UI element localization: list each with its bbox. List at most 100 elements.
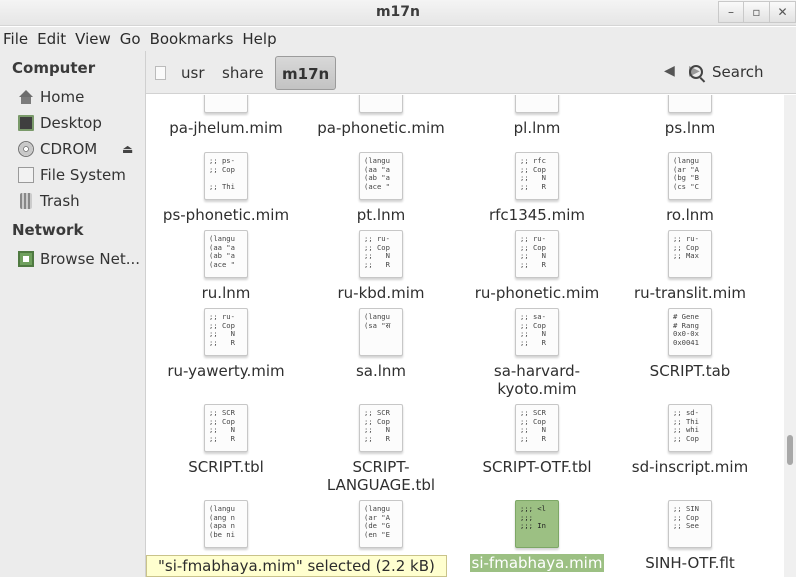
sidebar-item-label: File System <box>40 166 126 184</box>
file-item[interactable]: ;; ru- ;; Cop ;; N ;; R ru-yawerty.mim <box>151 308 301 380</box>
file-thumbnail-icon: (langu (ar "A (bg "B (cs "C <box>668 152 712 200</box>
file-thumbnail-icon: # Gene # Rang 0x0-0x 0x0041 <box>668 308 712 356</box>
file-item[interactable]: (langu (ar "A (bg "B (cs "C ro.lnm <box>615 152 765 224</box>
file-thumbnail-icon: ;; sa- ;; Cop ;; N ;; R <box>515 308 559 356</box>
sidebar: Computer Home Desktop CDROM ⏏ File Syste… <box>0 51 146 577</box>
maximize-button[interactable]: ▫ <box>744 1 770 23</box>
file-item[interactable]: ;; Thi pa-phonetic.mim <box>306 95 456 137</box>
file-name: SCRIPT-OTF.tbl <box>482 458 592 476</box>
file-thumbnail-icon: (langu (ang n (apa n (be ni <box>204 500 248 548</box>
sidebar-item-label: CDROM <box>40 140 98 158</box>
file-thumbnail-icon: ;; Thi <box>359 95 403 113</box>
file-name: ps-phonetic.mim <box>162 206 290 224</box>
file-item[interactable]: (bal " (de " ps.lnm <box>615 95 765 137</box>
file-name: sd-inscript.mim <box>631 458 749 476</box>
file-name: SINH-OTF.flt <box>645 554 735 572</box>
sidebar-item-label: Browse Net... <box>40 250 141 268</box>
file-item[interactable]: ;; ru- ;; Cop ;; Max ru-translit.mim <box>615 230 765 302</box>
file-thumbnail-icon: (langu (ar "A (de "G (en "E <box>359 500 403 548</box>
trash-icon <box>20 193 32 209</box>
file-thumbnail-icon: ;;; <l ;;; ;;; In <box>515 500 559 548</box>
breadcrumb-usr[interactable]: usr <box>181 64 205 82</box>
file-thumbnail-icon: ;; rfc ;; Cop ;; N ;; R <box>515 152 559 200</box>
network-icon <box>18 251 34 267</box>
file-name: pl.lnm <box>513 119 561 137</box>
sidebar-item-desktop[interactable]: Desktop <box>18 112 144 134</box>
file-item[interactable]: (ab ni (ach n pl.lnm <box>462 95 612 137</box>
menu-file[interactable]: File <box>0 30 34 48</box>
back-arrow-icon[interactable]: ◀ <box>664 63 675 79</box>
search-label: Search <box>712 63 764 81</box>
menu-bar: File Edit View Go Bookmarks Help <box>0 27 796 51</box>
file-item[interactable]: ;; SIN ;; Cop ;; See SINH-OTF.flt <box>615 500 765 572</box>
file-thumbnail-icon: ;; SCR ;; Cop ;; N ;; R <box>515 404 559 452</box>
menu-help[interactable]: Help <box>239 30 282 48</box>
vertical-scrollbar[interactable] <box>784 95 796 577</box>
sidebar-item-trash[interactable]: Trash <box>18 190 144 212</box>
menu-view[interactable]: View <box>72 30 117 48</box>
file-item[interactable]: ;; ru- ;; Cop ;; N ;; R ru-kbd.mim <box>306 230 456 302</box>
file-item[interactable]: ;; ps- ;; Cop ;; Thi ps-phonetic.mim <box>151 152 301 224</box>
file-thumbnail-icon: ;; ru- ;; Cop ;; N ;; R <box>359 230 403 278</box>
sidebar-item-browse-network[interactable]: Browse Net... <box>18 248 144 270</box>
document-icon[interactable] <box>155 66 166 80</box>
breadcrumb-share[interactable]: share <box>222 64 264 82</box>
breadcrumb-m17n[interactable]: m17n <box>275 56 337 90</box>
file-item[interactable]: ;; SCR ;; Cop ;; N ;; R SCRIPT-OTF.tbl <box>462 404 612 476</box>
file-item[interactable]: ;; sa- ;; Cop ;; N ;; R sa-harvard-kyoto.… <box>462 308 612 398</box>
file-name: ru-yawerty.mim <box>167 362 285 380</box>
cdrom-icon <box>18 141 34 157</box>
sidebar-heading-network: Network <box>12 221 84 239</box>
eject-icon[interactable]: ⏏ <box>122 142 133 156</box>
file-item[interactable]: (langu (aa "a (ab "a (ace " ru.lnm <box>151 230 301 302</box>
scrollbar-thumb[interactable] <box>787 435 793 465</box>
sidebar-item-label: Home <box>40 88 85 106</box>
file-thumbnail-icon: (langu (aa "a (ab "a (ace " <box>359 152 403 200</box>
file-item[interactable]: ;; SCR ;; Cop ;; N ;; R SCRIPT.tbl <box>151 404 301 476</box>
menu-go[interactable]: Go <box>117 30 147 48</box>
file-thumbnail-icon: ;; ru- ;; Cop ;; N ;; R <box>204 308 248 356</box>
file-name: ru.lnm <box>201 284 251 302</box>
file-thumbnail-icon: (bal " (de " <box>668 95 712 113</box>
file-item[interactable]: ;; Thi pa-jhelum.mim <box>151 95 301 137</box>
file-name: ps.lnm <box>664 119 716 137</box>
file-item[interactable]: (langu (sa "स sa.lnm <box>306 308 456 380</box>
file-item[interactable]: ;; ru- ;; Cop ;; N ;; R ru-phonetic.mim <box>462 230 612 302</box>
minimize-button[interactable]: – <box>718 1 744 23</box>
file-item[interactable]: ;; SCR ;; Cop ;; N ;; R SCRIPT-LANGUAGE.t… <box>306 404 456 494</box>
title-bar: m17n – ▫ ✕ <box>0 0 796 26</box>
sidebar-item-home[interactable]: Home <box>18 86 144 108</box>
file-name: ru-translit.mim <box>633 284 747 302</box>
file-thumbnail-icon: (ab ni (ach n <box>515 95 559 113</box>
file-thumbnail-icon: ;; Thi <box>204 95 248 113</box>
desktop-icon <box>18 115 34 131</box>
file-thumbnail-icon: ;; SCR ;; Cop ;; N ;; R <box>359 404 403 452</box>
file-thumbnail-icon: ;; sd- ;; Thi ;; whi ;; Cop <box>668 404 712 452</box>
menu-bookmarks[interactable]: Bookmarks <box>147 30 240 48</box>
file-name: pa-jhelum.mim <box>169 119 283 137</box>
menu-edit[interactable]: Edit <box>34 30 72 48</box>
file-item[interactable]: ;;; <l ;;; ;;; In si-fmabhaya.mim <box>462 500 612 572</box>
window-controls: – ▫ ✕ <box>718 0 796 24</box>
file-item[interactable]: # Gene # Rang 0x0-0x 0x0041 SCRIPT.tab <box>615 308 765 380</box>
home-icon <box>18 89 34 105</box>
file-name: sa.lnm <box>355 362 407 380</box>
window-title: m17n <box>375 4 421 20</box>
file-item[interactable]: (langu (aa "a (ab "a (ace " pt.lnm <box>306 152 456 224</box>
file-thumbnail-icon: ;; ps- ;; Cop ;; Thi <box>204 152 248 200</box>
sidebar-item-file-system[interactable]: File System <box>18 164 144 186</box>
file-thumbnail-icon: ;; SCR ;; Cop ;; N ;; R <box>204 404 248 452</box>
path-bar: usr share m17n ◀ ▶ Search <box>146 51 796 94</box>
sidebar-heading-computer: Computer <box>12 59 96 77</box>
file-thumbnail-icon: ;; ru- ;; Cop ;; N ;; R <box>515 230 559 278</box>
file-name: sa-harvard-kyoto.mim <box>493 362 581 398</box>
close-button[interactable]: ✕ <box>770 1 796 23</box>
file-thumbnail-icon: ;; ru- ;; Cop ;; Max <box>668 230 712 278</box>
filesystem-icon <box>18 167 34 183</box>
file-item[interactable]: ;; rfc ;; Cop ;; N ;; R rfc1345.mim <box>462 152 612 224</box>
file-name: SCRIPT-LANGUAGE.tbl <box>326 458 436 494</box>
file-item[interactable]: ;; sd- ;; Thi ;; whi ;; Cop sd-inscript.m… <box>615 404 765 476</box>
search-icon <box>689 65 703 79</box>
search-button[interactable]: Search <box>689 63 764 81</box>
file-name: ro.lnm <box>666 206 714 224</box>
